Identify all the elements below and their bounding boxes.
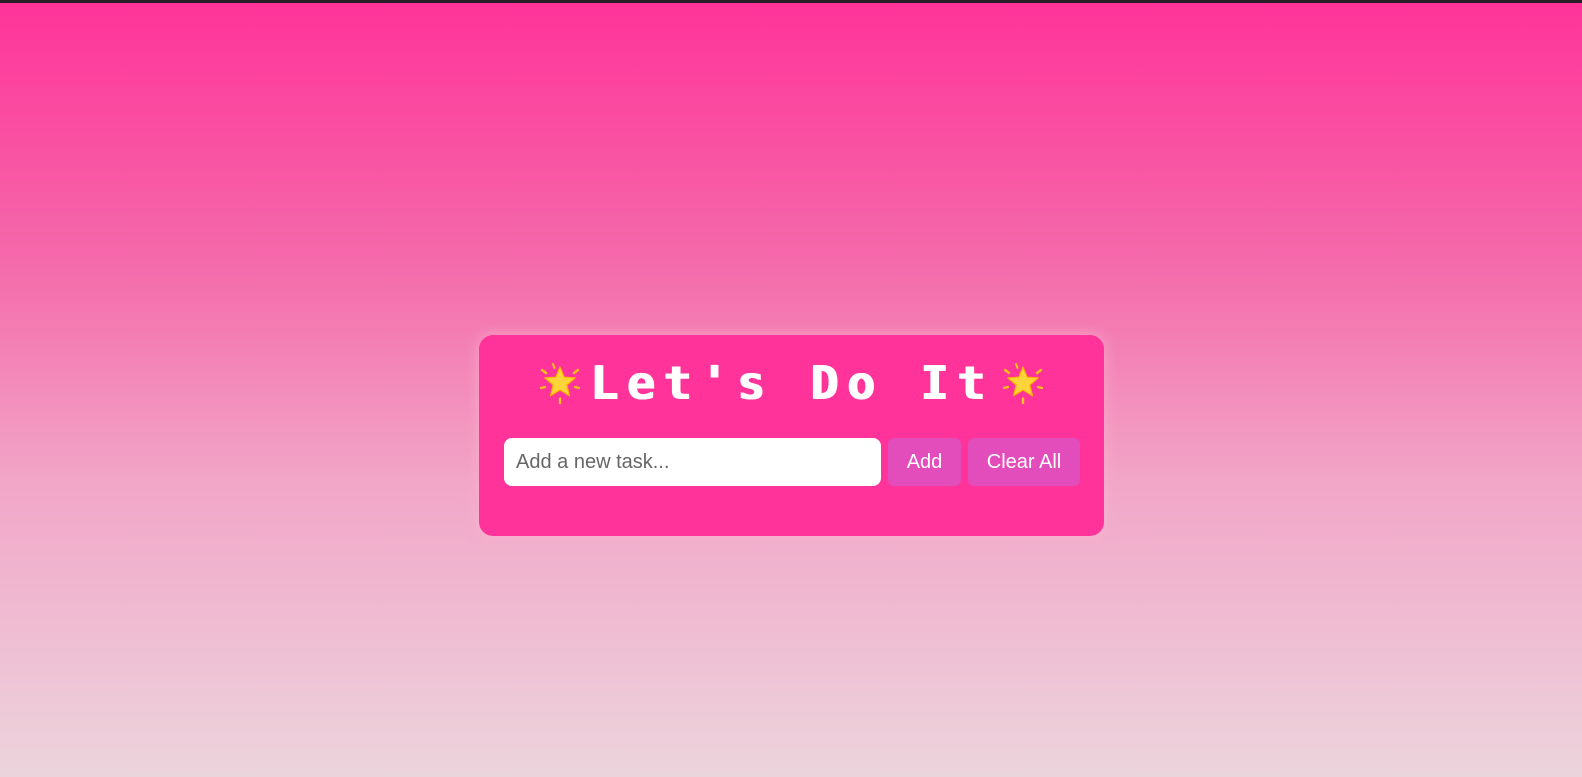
browser-top-edge [0,0,1582,3]
clear-all-button[interactable]: Clear All [968,438,1080,486]
glowing-star-icon [539,363,580,405]
todo-card: Let's Do It Add Clear All [479,335,1104,536]
add-button[interactable]: Add [888,438,961,486]
new-task-input[interactable] [504,438,881,486]
task-form: Add Clear All [504,438,1080,486]
glowing-star-icon [1003,363,1044,405]
page-title: Let's Do It [589,356,994,410]
header: Let's Do It [479,355,1104,411]
